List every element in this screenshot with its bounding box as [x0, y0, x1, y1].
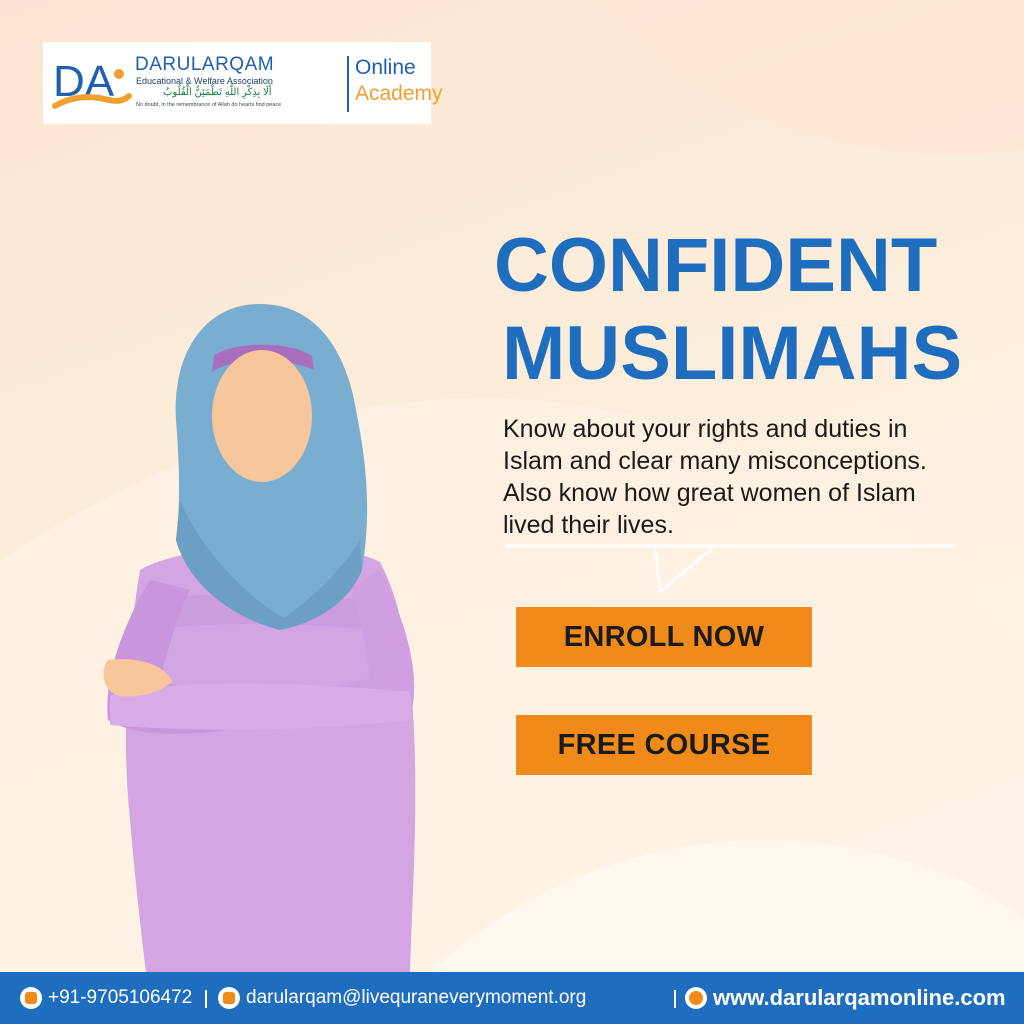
woman-illustration [103, 304, 416, 972]
footer-website-text: www.darularqamonline.com [713, 985, 1006, 1010]
email-icon [218, 987, 240, 1009]
logo-online-label: Online [355, 56, 416, 79]
enroll-now-button[interactable]: ENROLL NOW [516, 607, 812, 667]
footer-separator [205, 990, 207, 1008]
footer-contact-bar: +91-9705106472 darularqam@livequranevery… [0, 972, 1024, 1024]
brand-logo[interactable]: DA DARULARQAM Educational & Welfare Asso… [43, 42, 443, 124]
headline-line-2: MUSLIMAHS [502, 311, 963, 396]
logo-academy-label: Academy [355, 82, 443, 105]
logo-org-name: DARULARQAM [135, 54, 275, 75]
logo-divider [347, 56, 349, 112]
footer-website[interactable]: www.darularqamonline.com [685, 985, 1006, 1010]
course-description: Know about your rights and duties in Isl… [503, 413, 973, 541]
headline: CONFIDENT MUSLIMAHS [494, 222, 974, 398]
footer-separator [674, 990, 676, 1008]
promo-page: DA DARULARQAM Educational & Welfare Asso… [0, 0, 1024, 1024]
logo-arabic-verse: أَلَا بِذِكْرِ اللَّهِ تَطْمَئِنُّ الْقُ… [163, 87, 272, 98]
description-line-4: lived their lives. [503, 511, 674, 539]
footer-email-text: darularqam@livequraneverymoment.org [246, 987, 587, 1008]
free-course-button[interactable]: FREE COURSE [516, 715, 812, 775]
globe-icon [685, 987, 707, 1009]
description-line-2: Islam and clear many misconceptions. [503, 447, 927, 475]
logo-translation: No doubt, in the remembrance of Allah do… [136, 102, 282, 108]
phone-icon [20, 987, 42, 1009]
darularqam-logo-mark: DA [52, 57, 132, 109]
description-line-3: Also know how great women of Islam [503, 479, 916, 507]
footer-phone[interactable]: +91-9705106472 [20, 986, 192, 1010]
headline-line-1: CONFIDENT [494, 223, 938, 308]
footer-email[interactable]: darularqam@livequraneverymoment.org [218, 986, 586, 1010]
footer-phone-text: +91-9705106472 [48, 987, 193, 1008]
speech-bubble-line [505, 544, 955, 595]
description-line-1: Know about your rights and duties in [503, 415, 908, 443]
logo-org-tagline: Educational & Welfare Association [136, 76, 273, 86]
